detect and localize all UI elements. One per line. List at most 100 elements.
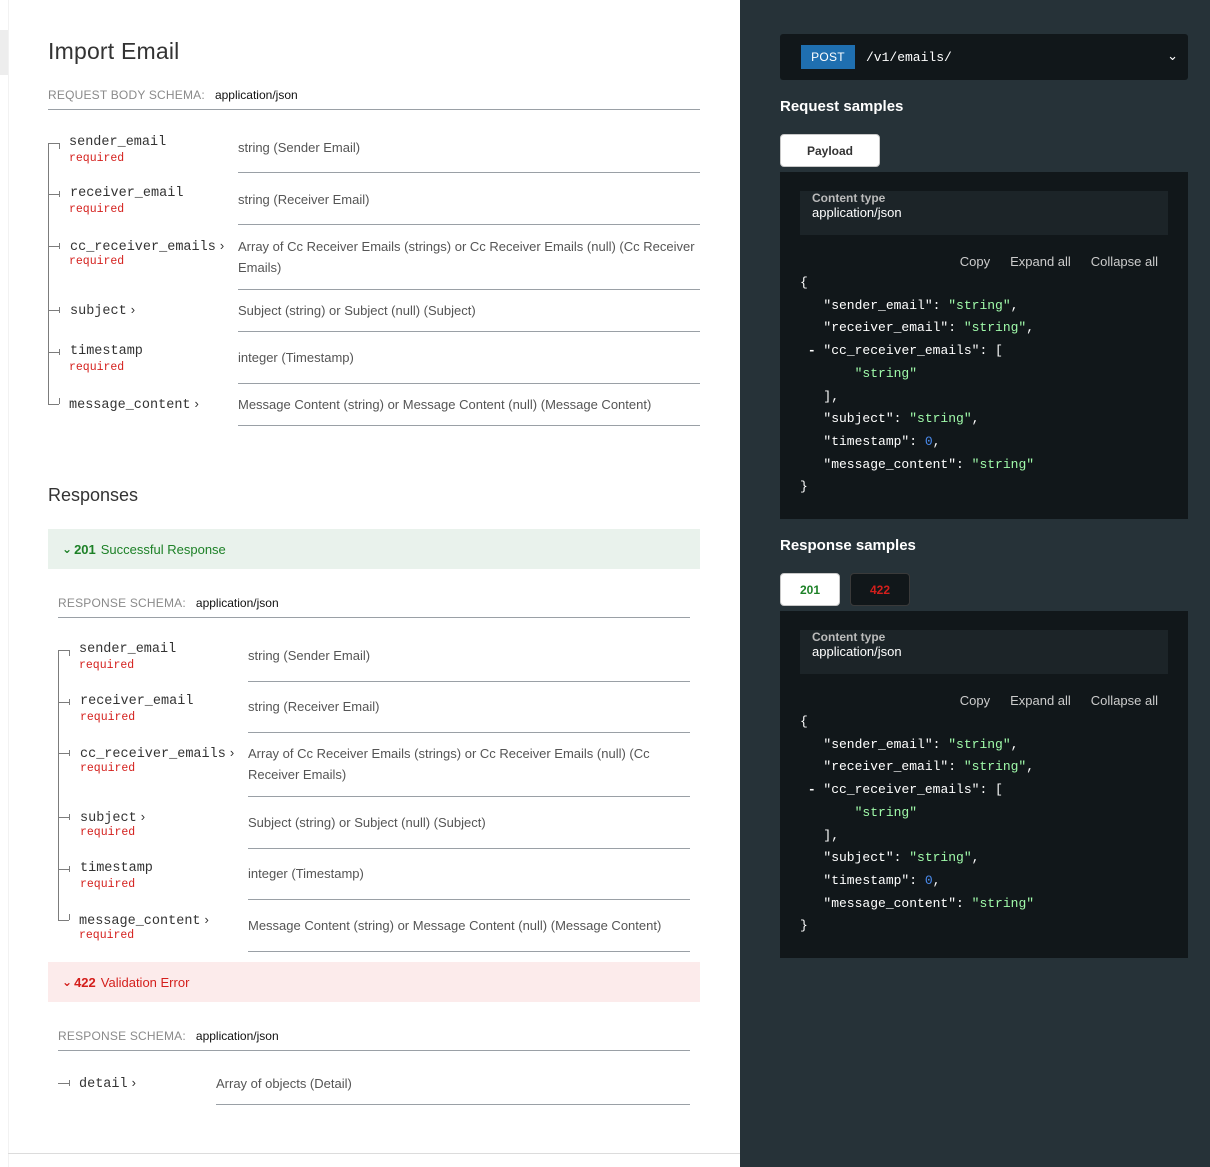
field-name: sender_email xyxy=(69,135,167,150)
expand-all-button[interactable]: Expand all xyxy=(1010,254,1071,269)
sample-actions: Copy Expand all Collapse all xyxy=(960,693,1158,708)
field-description: string (Receiver Email) xyxy=(248,696,690,733)
chevron-right-icon[interactable]: › xyxy=(132,1075,136,1090)
response-tree-line xyxy=(58,650,59,920)
response-code: 422 xyxy=(74,974,96,990)
content-type-label: Content type xyxy=(812,191,886,205)
field-description: integer (Timestamp) xyxy=(238,347,700,384)
tree-branch xyxy=(48,404,59,405)
required-label: required xyxy=(69,255,125,268)
chevron-right-icon[interactable]: › xyxy=(195,396,199,411)
field-description: string (Receiver Email) xyxy=(238,189,700,225)
field-name[interactable]: detail › xyxy=(79,1075,136,1092)
expand-all-button[interactable]: Expand all xyxy=(1010,693,1071,708)
tab-422[interactable]: 422 xyxy=(850,573,910,606)
tree-tick xyxy=(59,398,60,404)
tree-tick xyxy=(59,191,60,197)
response-schema-label: RESPONSE SCHEMA: xyxy=(58,596,186,610)
field-name-text: subject xyxy=(80,811,137,826)
field-name[interactable]: subject › xyxy=(80,809,145,826)
response-text: Successful Response xyxy=(100,541,226,557)
chevron-right-icon[interactable]: › xyxy=(220,238,224,253)
field-name-text: subject xyxy=(70,304,127,319)
tree-branch xyxy=(58,1083,69,1084)
page-title: Import Email xyxy=(48,38,180,64)
request-samples-heading: Request samples xyxy=(780,98,904,115)
collapse-toggle[interactable]: - xyxy=(808,782,816,797)
endpoint-selector[interactable]: POST /v1/emails/ ⌄ xyxy=(780,34,1188,80)
field-name: receiver_email xyxy=(70,186,184,201)
field-description: Array of Cc Receiver Emails (strings) or… xyxy=(248,743,690,797)
tree-tick xyxy=(69,750,70,756)
response-schema-label: RESPONSE SCHEMA: xyxy=(58,1029,186,1043)
field-name-text: message_content xyxy=(69,398,191,413)
request-json-sample: { "sender_email": "string", "receiver_em… xyxy=(800,275,1035,495)
tree-branch xyxy=(48,310,59,311)
field-name[interactable]: message_content › xyxy=(69,396,199,413)
tree-branch xyxy=(58,650,69,651)
chevron-down-icon: ⌄ xyxy=(62,542,73,556)
field-name[interactable]: cc_receiver_emails › xyxy=(70,238,224,255)
field-description: string (Sender Email) xyxy=(248,645,690,682)
left-border xyxy=(8,0,9,1167)
chevron-down-icon[interactable]: ⌄ xyxy=(1167,48,1178,64)
field-name: sender_email xyxy=(79,642,177,657)
required-label: required xyxy=(69,361,125,374)
tree-branch xyxy=(58,920,69,921)
tree-tick xyxy=(69,814,70,820)
field-description: Array of Cc Receiver Emails (strings) or… xyxy=(238,236,700,290)
tree-tick xyxy=(69,699,70,705)
samples-panel: POST /v1/emails/ ⌄ Request samples Paylo… xyxy=(740,0,1210,1167)
content-type-box[interactable]: Content type application/json xyxy=(800,630,1168,674)
required-label: required xyxy=(69,152,125,165)
response-422-schema-header: RESPONSE SCHEMA: application/json xyxy=(58,1029,690,1051)
response-code: 201 xyxy=(74,541,96,557)
field-description: Message Content (string) or Message Cont… xyxy=(238,394,700,426)
request-tree-line xyxy=(48,143,49,404)
field-name: timestamp xyxy=(70,344,143,359)
field-name[interactable]: cc_receiver_emails › xyxy=(80,745,234,762)
field-name-text: message_content xyxy=(79,914,201,929)
field-name[interactable]: subject › xyxy=(70,302,135,319)
tree-branch xyxy=(48,143,59,144)
tree-branch xyxy=(48,246,59,247)
field-description: Subject (string) or Subject (null) (Subj… xyxy=(248,812,690,849)
tree-tick xyxy=(69,866,70,872)
response-201-toggle[interactable]: ⌄ 201 Successful Response xyxy=(48,529,700,569)
tree-tick xyxy=(69,914,70,920)
response-201-schema-header: RESPONSE SCHEMA: application/json xyxy=(58,596,690,618)
tree-tick xyxy=(59,349,60,355)
tree-branch xyxy=(58,702,69,703)
content-type-box[interactable]: Content type application/json xyxy=(800,191,1168,235)
field-name: receiver_email xyxy=(80,694,194,709)
chevron-right-icon[interactable]: › xyxy=(131,302,135,317)
field-description: Message Content (string) or Message Cont… xyxy=(248,915,690,952)
response-422-toggle[interactable]: ⌄ 422 Validation Error xyxy=(48,962,700,1002)
tree-tick xyxy=(69,650,70,656)
chevron-right-icon[interactable]: › xyxy=(141,809,145,824)
field-description: Array of objects (Detail) xyxy=(216,1073,690,1105)
field-name[interactable]: message_content › xyxy=(79,912,209,929)
field-description: integer (Timestamp) xyxy=(248,863,690,900)
content-type-label: Content type xyxy=(812,630,886,644)
required-label: required xyxy=(79,929,135,942)
copy-button[interactable]: Copy xyxy=(960,693,990,708)
collapse-toggle[interactable]: - xyxy=(808,343,816,358)
collapse-all-button[interactable]: Collapse all xyxy=(1091,254,1158,269)
field-description: Subject (string) or Subject (null) (Subj… xyxy=(238,300,700,332)
chevron-right-icon[interactable]: › xyxy=(230,745,234,760)
request-schema-header: REQUEST BODY SCHEMA: application/json xyxy=(48,88,700,110)
chevron-right-icon[interactable]: › xyxy=(205,912,209,927)
field-name-text: cc_receiver_emails xyxy=(70,240,216,255)
tree-tick xyxy=(69,1080,70,1086)
collapse-all-button[interactable]: Collapse all xyxy=(1091,693,1158,708)
response-text: Validation Error xyxy=(100,974,190,990)
tab-201[interactable]: 201 xyxy=(780,573,840,606)
copy-button[interactable]: Copy xyxy=(960,254,990,269)
tab-payload[interactable]: Payload xyxy=(780,134,880,167)
content-type-value: application/json xyxy=(812,205,902,220)
required-label: required xyxy=(80,826,136,839)
response-schema-type: application/json xyxy=(195,1029,279,1043)
response-sample-box: Content type application/json Copy Expan… xyxy=(780,611,1188,958)
tree-branch xyxy=(58,753,69,754)
